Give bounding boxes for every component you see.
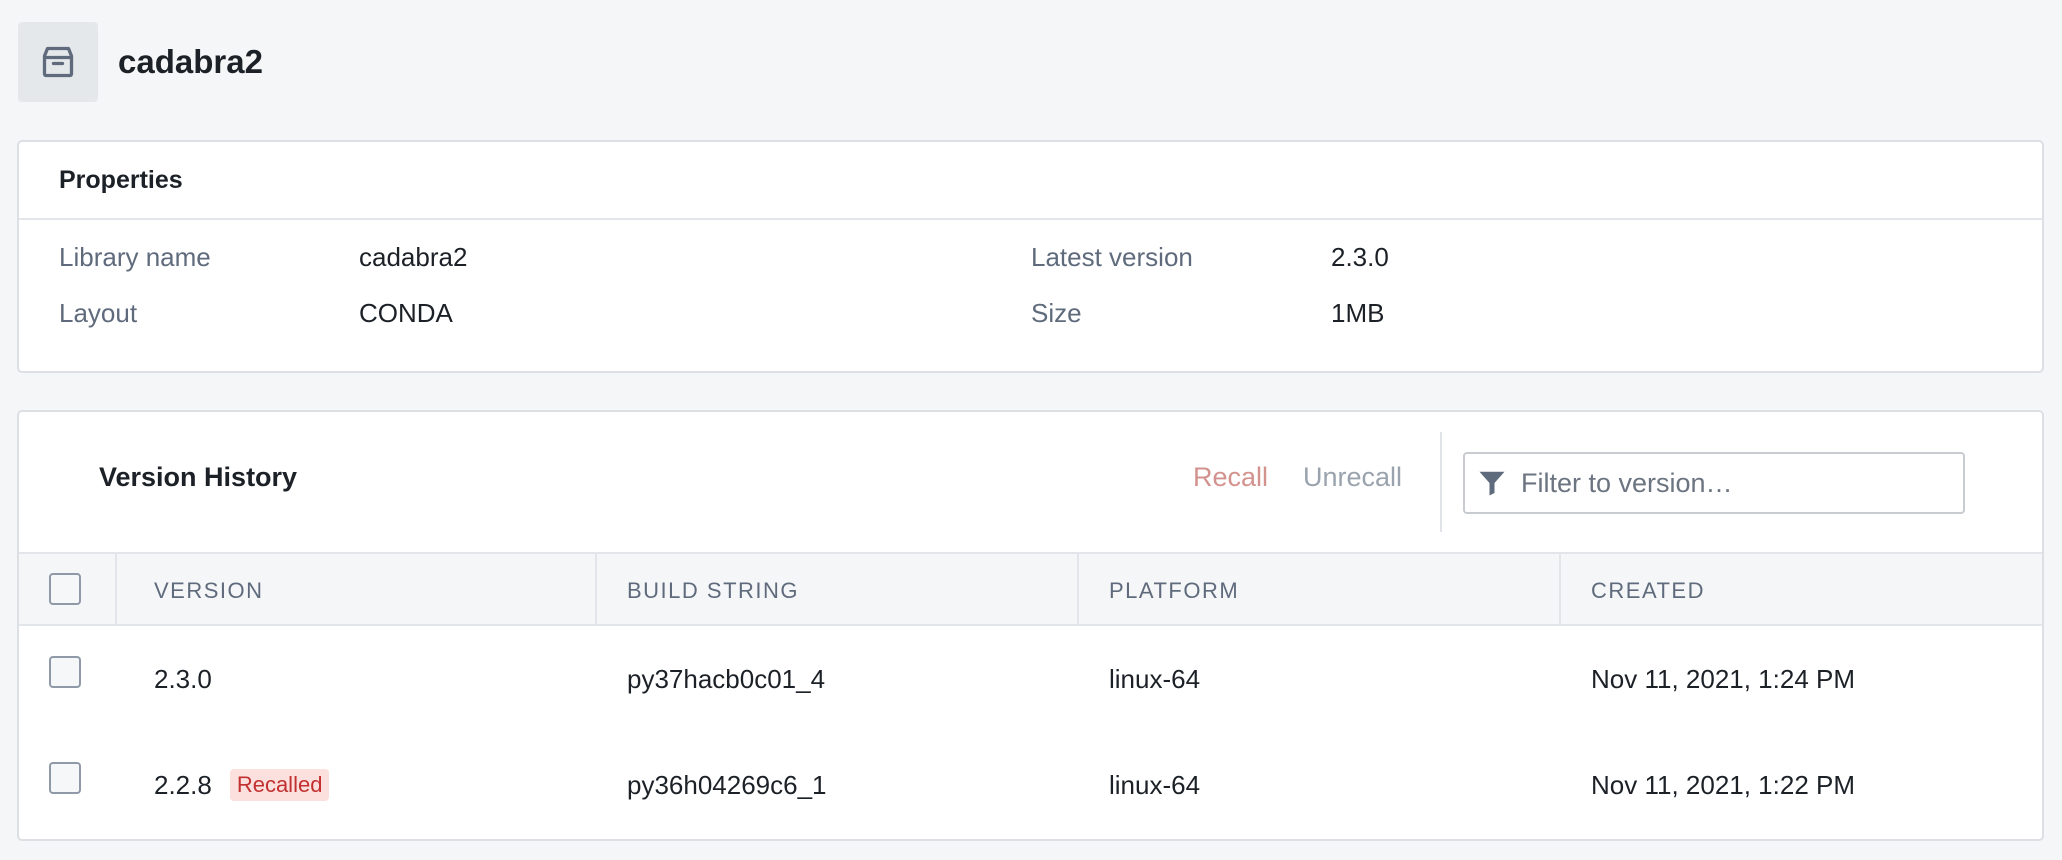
recall-button[interactable]: Recall — [1193, 462, 1268, 493]
build-string-cell: py36h04269c6_1 — [627, 770, 827, 800]
select-all-checkbox[interactable] — [49, 573, 81, 605]
properties-title: Properties — [19, 142, 2042, 220]
column-divider — [595, 554, 597, 626]
filter-input[interactable] — [1521, 467, 1961, 499]
column-divider — [115, 554, 117, 626]
library-name-value: cadabra2 — [359, 242, 468, 272]
column-divider — [1559, 554, 1561, 626]
toolbar-divider — [1440, 432, 1442, 532]
build-string-cell: py37hacb0c01_4 — [627, 664, 826, 694]
table-row[interactable]: 2.2.8 Recalled py36h04269c6_1 linux-64 No… — [19, 732, 2042, 838]
version-cell: 2.3.0 — [154, 664, 212, 694]
latest-version-label: Latest version — [1031, 242, 1193, 272]
size-label: Size — [1031, 298, 1082, 328]
library-name-label: Library name — [59, 242, 211, 272]
row-checkbox[interactable] — [49, 762, 81, 794]
table-header: VERSION BUILD STRING PLATFORM CREATED — [19, 552, 2042, 626]
column-header-version[interactable]: VERSION — [154, 578, 264, 604]
layout-value: CONDA — [359, 298, 453, 328]
latest-version-value: 2.3.0 — [1331, 242, 1389, 272]
version-cell: 2.2.8 Recalled — [154, 769, 330, 803]
version-number: 2.2.8 — [154, 770, 212, 800]
recalled-badge: Recalled — [229, 769, 330, 802]
package-icon — [18, 22, 98, 102]
column-header-platform[interactable]: PLATFORM — [1109, 578, 1239, 604]
filter-icon — [1479, 471, 1505, 496]
table-row[interactable]: 2.3.0 py37hacb0c01_4 linux-64 Nov 11, 20… — [19, 626, 2042, 732]
properties-card: Properties Library name cadabra2 Layout … — [17, 140, 2044, 373]
column-header-build-string[interactable]: BUILD STRING — [627, 578, 799, 604]
unrecall-button[interactable]: Unrecall — [1303, 462, 1402, 493]
platform-cell: linux-64 — [1109, 770, 1201, 800]
size-value: 1MB — [1331, 298, 1385, 328]
row-checkbox[interactable] — [49, 656, 81, 688]
page-header: cadabra2 — [18, 22, 263, 102]
page-title: cadabra2 — [118, 43, 263, 80]
created-cell: Nov 11, 2021, 1:24 PM — [1591, 664, 1856, 694]
created-cell: Nov 11, 2021, 1:22 PM — [1591, 770, 1856, 800]
filter-field[interactable] — [1463, 452, 1965, 514]
column-divider — [1077, 554, 1079, 626]
layout-label: Layout — [59, 298, 138, 328]
column-header-created[interactable]: CREATED — [1591, 578, 1705, 604]
version-history-card: Version History Recall Unrecall VERSION … — [17, 410, 2044, 841]
version-history-title: Version History — [99, 462, 298, 492]
platform-cell: linux-64 — [1109, 664, 1201, 694]
